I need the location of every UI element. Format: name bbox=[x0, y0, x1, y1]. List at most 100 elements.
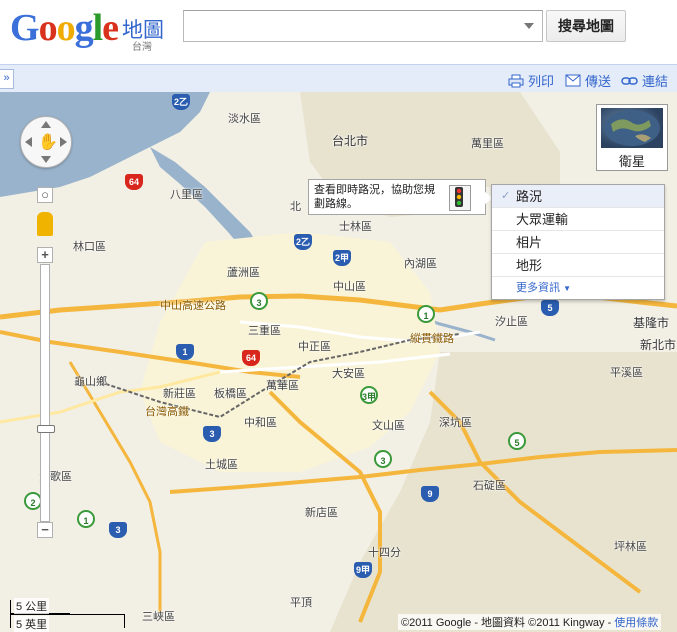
zoom-slider-track[interactable] bbox=[37, 264, 55, 522]
zoom-in-button[interactable]: + bbox=[37, 247, 53, 263]
route-shield: 3 bbox=[203, 426, 221, 442]
route-shield: 3 bbox=[109, 522, 127, 538]
route-shield: 2乙 bbox=[294, 234, 312, 250]
route-shield: 1 bbox=[417, 305, 435, 323]
route-shield: 3 bbox=[374, 450, 392, 468]
google-logo[interactable]: Google 地圖 台灣 bbox=[10, 7, 164, 53]
map-label-sanchong: 三重區 bbox=[248, 325, 281, 337]
more-link[interactable]: 更多資訊 ▼ bbox=[516, 279, 571, 295]
pan-down-icon[interactable] bbox=[41, 156, 51, 163]
layers-menu: ✓ 路況 大眾運輸 相片 地形 更多資訊 ▼ bbox=[491, 184, 665, 300]
print-link[interactable]: 列印 bbox=[508, 71, 554, 90]
pan-control[interactable]: ✋ bbox=[20, 116, 72, 168]
layer-label: 路況 bbox=[516, 189, 543, 204]
layer-label: 地形 bbox=[516, 258, 543, 273]
globe-icon bbox=[604, 110, 660, 146]
map-label-taipei: 台北市 bbox=[332, 134, 369, 148]
map-canvas[interactable]: 淡水區 八里區 林口區 士林區 內湖區 中山區 蘆洲區 三重區 中正區 新莊區 … bbox=[0, 92, 677, 632]
route-shield: 1 bbox=[176, 344, 194, 360]
toolbar: » 列印 傳送 連結 bbox=[0, 64, 677, 92]
route-shield: 2乙 bbox=[172, 94, 190, 110]
map-label-sanxia: 三峽區 bbox=[142, 611, 175, 623]
logo-text: Google bbox=[10, 7, 119, 49]
layer-terrain[interactable]: 地形 bbox=[492, 254, 664, 277]
map-label-beitou: 北 bbox=[290, 201, 301, 213]
route-shield: 3 bbox=[250, 292, 268, 310]
layer-photos[interactable]: 相片 bbox=[492, 231, 664, 254]
layer-traffic[interactable]: ✓ 路況 bbox=[492, 185, 664, 208]
map-label-wanli: 萬里區 bbox=[471, 138, 504, 150]
send-link[interactable]: 傳送 bbox=[565, 71, 611, 90]
map-label-guishan: 龜山鄉 bbox=[74, 376, 107, 388]
pan-up-icon[interactable] bbox=[41, 121, 51, 128]
route-shield: 64 bbox=[242, 350, 260, 366]
map-label-tamsui: 淡水區 bbox=[228, 113, 261, 125]
map-label-zhonghe: 中和區 bbox=[244, 417, 277, 429]
map-base bbox=[0, 92, 677, 632]
satellite-label: 衛星 bbox=[618, 154, 645, 169]
map-label-luzhou: 蘆洲區 bbox=[227, 267, 260, 279]
traffic-tip-text: 查看即時路況，協助您規劃路線。 bbox=[314, 184, 435, 210]
expand-panel-icon[interactable]: » bbox=[0, 69, 14, 89]
scale-tick bbox=[124, 614, 125, 628]
pan-right-icon[interactable] bbox=[60, 137, 67, 147]
route-shield: 1 bbox=[77, 510, 95, 528]
scale-bar: 5 公里 5 英里 bbox=[10, 596, 125, 632]
copyright: ©2011 Google - 地圖資料 ©2011 Kingway - 使用條款 bbox=[398, 614, 662, 630]
map-label-zongguan: 縱貫鐵路 bbox=[410, 333, 454, 345]
map-label-banqiao: 板橋區 bbox=[214, 388, 247, 400]
map-label-pingding: 平頂 bbox=[290, 597, 312, 609]
map-label-linkou: 林口區 bbox=[73, 241, 106, 253]
map-label-zhongshan-hwy: 中山高速公路 bbox=[160, 300, 226, 312]
map-label-xizhi: 汐止區 bbox=[495, 316, 528, 328]
pegman-icon[interactable] bbox=[37, 212, 53, 236]
chevron-down-icon[interactable] bbox=[524, 23, 534, 29]
map-label-wanhua: 萬華區 bbox=[266, 380, 299, 392]
search-box[interactable] bbox=[183, 10, 543, 42]
header: Google 地圖 台灣 搜尋地圖 bbox=[0, 0, 677, 64]
zoom-out-button[interactable]: − bbox=[37, 522, 53, 538]
map-label-zhongshan: 中山區 bbox=[333, 281, 366, 293]
map-label-bali: 八里區 bbox=[170, 189, 203, 201]
scale-mi: 5 英里 bbox=[14, 616, 50, 632]
map-label-shiding: 石碇區 bbox=[473, 480, 506, 492]
more-label: 更多資訊 bbox=[516, 282, 560, 294]
search-input[interactable] bbox=[190, 12, 514, 42]
satellite-thumbnail bbox=[601, 108, 663, 148]
map-label-xindian: 新店區 bbox=[305, 507, 338, 519]
terms-link[interactable]: 使用條款 bbox=[614, 617, 658, 629]
layer-label: 大眾運輸 bbox=[516, 212, 569, 227]
satellite-toggle[interactable]: 衛星 bbox=[596, 104, 668, 171]
search-button[interactable]: 搜尋地圖 bbox=[546, 10, 626, 42]
map-label-pingxi: 平溪區 bbox=[610, 367, 643, 379]
copyright-text: ©2011 Google - 地圖資料 ©2011 Kingway - bbox=[401, 617, 615, 629]
zoom-slider-knob[interactable] bbox=[37, 425, 55, 433]
link-link[interactable]: 連結 bbox=[621, 71, 668, 90]
map-label-shiersi: 十四分 bbox=[368, 547, 401, 559]
route-shield: 5 bbox=[508, 432, 526, 450]
route-shield: 5 bbox=[541, 300, 559, 316]
envelope-icon bbox=[565, 74, 581, 87]
check-icon: ✓ bbox=[501, 190, 511, 202]
layer-label: 相片 bbox=[516, 235, 543, 250]
traffic-tooltip: 查看即時路況，協助您規劃路線。 bbox=[308, 179, 493, 215]
route-shield: 2甲 bbox=[333, 250, 351, 266]
chevron-down-icon: ▼ bbox=[563, 284, 571, 293]
map-label-pinglin: 坪林區 bbox=[614, 541, 647, 553]
scale-tick bbox=[10, 600, 11, 628]
route-shield: 64 bbox=[125, 174, 143, 190]
pan-left-icon[interactable] bbox=[25, 137, 32, 147]
map-label-tucheng: 土城區 bbox=[205, 459, 238, 471]
map-label-newtaipei: 新北市 bbox=[640, 338, 677, 352]
map-label-hsr: 台灣高鐵 bbox=[145, 406, 189, 418]
layer-transit[interactable]: 大眾運輸 bbox=[492, 208, 664, 231]
chain-link-icon bbox=[621, 76, 638, 85]
scale-line-mi bbox=[10, 614, 125, 615]
map-label-xinzhuang: 新莊區 bbox=[163, 388, 196, 400]
reset-view-button[interactable]: ○ bbox=[37, 187, 53, 203]
printer-icon bbox=[508, 74, 524, 87]
region-label: 台灣 bbox=[132, 42, 152, 53]
route-shield: 3甲 bbox=[360, 386, 378, 404]
hand-icon: ✋ bbox=[38, 134, 58, 151]
map-label-daan: 大安區 bbox=[332, 368, 365, 380]
